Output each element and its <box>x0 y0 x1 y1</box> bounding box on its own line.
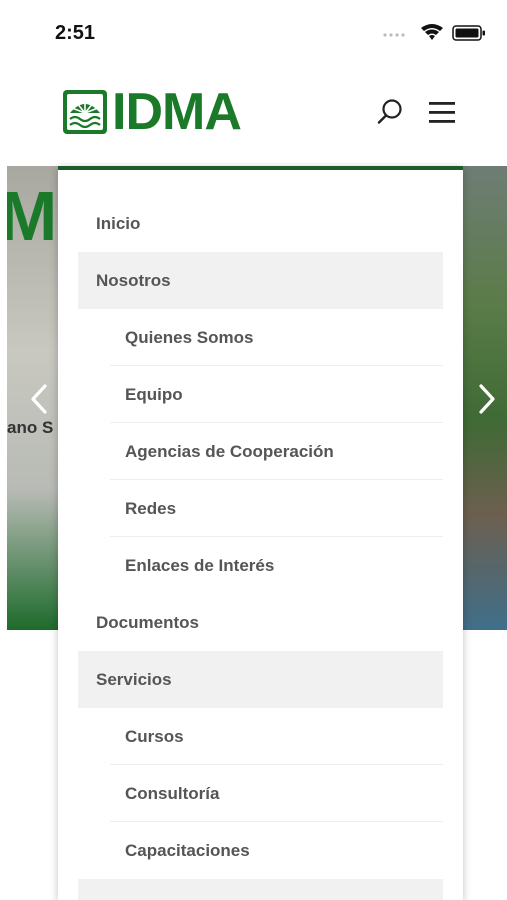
menu-item-programas[interactable]: Programas <box>78 879 443 900</box>
submenu-item-capacitaciones[interactable]: Capacitaciones <box>78 822 443 879</box>
menu-item-documentos[interactable]: Documentos <box>78 594 443 651</box>
hamburger-menu-icon <box>429 102 455 123</box>
status-icons <box>383 24 485 41</box>
wifi-icon <box>421 24 443 40</box>
submenu-item-redes[interactable]: Redes <box>78 480 443 537</box>
dropdown-menu: Inicio Nosotros Quienes Somos Equipo Age… <box>58 166 463 900</box>
logo-text: IDMA <box>112 83 242 141</box>
slider-next-arrow-icon[interactable] <box>476 382 498 416</box>
menu-list: Inicio Nosotros Quienes Somos Equipo Age… <box>78 195 443 900</box>
logo-emblem-icon <box>63 90 107 134</box>
submenu-item-cursos[interactable]: Cursos <box>78 708 443 765</box>
battery-icon <box>452 25 485 41</box>
hero-left-caption: ano S <box>7 418 54 437</box>
status-bar: 2:51 <box>0 0 507 64</box>
search-button[interactable] <box>374 96 406 128</box>
submenu-item-equipo[interactable]: Equipo <box>78 366 443 423</box>
status-time: 2:51 <box>55 22 96 44</box>
search-icon <box>377 99 402 124</box>
menu-button[interactable] <box>426 98 458 128</box>
menu-item-nosotros[interactable]: Nosotros <box>78 252 443 309</box>
submenu-item-quienes-somos[interactable]: Quienes Somos <box>78 309 443 366</box>
signal-icon <box>383 33 405 37</box>
menu-item-servicios[interactable]: Servicios <box>78 651 443 708</box>
slider-prev-arrow-icon[interactable] <box>28 382 50 416</box>
submenu-item-consultoria[interactable]: Consultoría <box>78 765 443 822</box>
site-header: IDMA <box>0 64 507 166</box>
submenu-item-agencias-de-cooperacion[interactable]: Agencias de Cooperación <box>78 423 443 480</box>
submenu-item-enlaces-de-interes[interactable]: Enlaces de Interés <box>78 537 443 594</box>
menu-item-inicio[interactable]: Inicio <box>78 195 443 252</box>
logo[interactable]: IDMA <box>62 83 242 141</box>
